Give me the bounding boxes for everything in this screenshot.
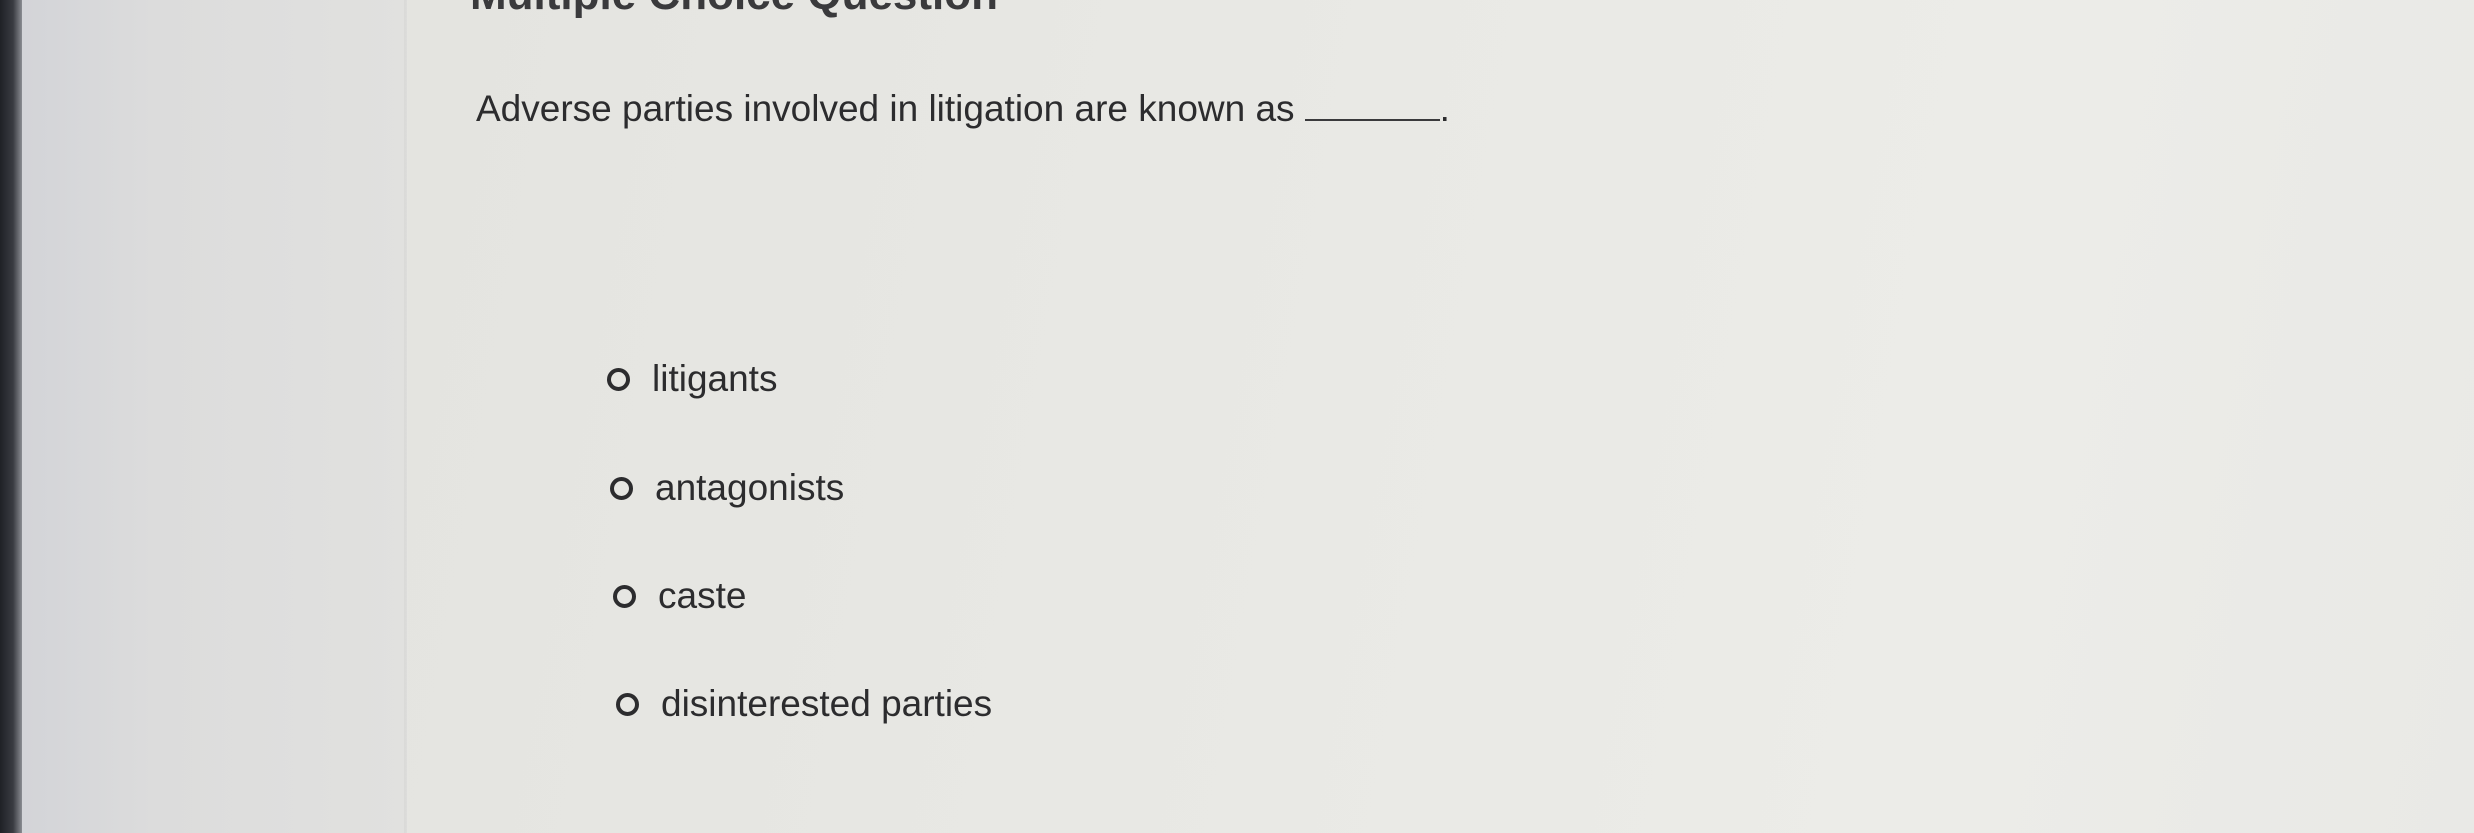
radio-icon[interactable]	[610, 476, 633, 500]
option-litigants[interactable]: litigants	[607, 358, 777, 400]
radio-icon[interactable]	[607, 367, 630, 391]
option-caste[interactable]: caste	[613, 575, 746, 617]
option-disinterested-parties[interactable]: disinterested parties	[616, 683, 992, 725]
option-label: litigants	[652, 358, 778, 399]
question-period: .	[1439, 88, 1450, 129]
answer-blank	[1304, 93, 1440, 121]
question-prompt: Adverse parties involved in litigation a…	[476, 88, 1450, 130]
radio-icon[interactable]	[613, 584, 636, 608]
option-label: antagonists	[655, 467, 845, 508]
left-gutter	[22, 0, 407, 833]
radio-icon[interactable]	[616, 692, 639, 716]
option-antagonists[interactable]: antagonists	[610, 467, 844, 509]
monitor-bezel	[0, 0, 22, 833]
question-text: Adverse parties involved in litigation a…	[476, 88, 1295, 129]
option-label: caste	[658, 575, 747, 616]
screen: Multiple Choice Question Adverse parties…	[0, 0, 2474, 833]
option-label: disinterested parties	[661, 683, 993, 724]
page-title: Multiple Choice Question	[470, 0, 998, 20]
